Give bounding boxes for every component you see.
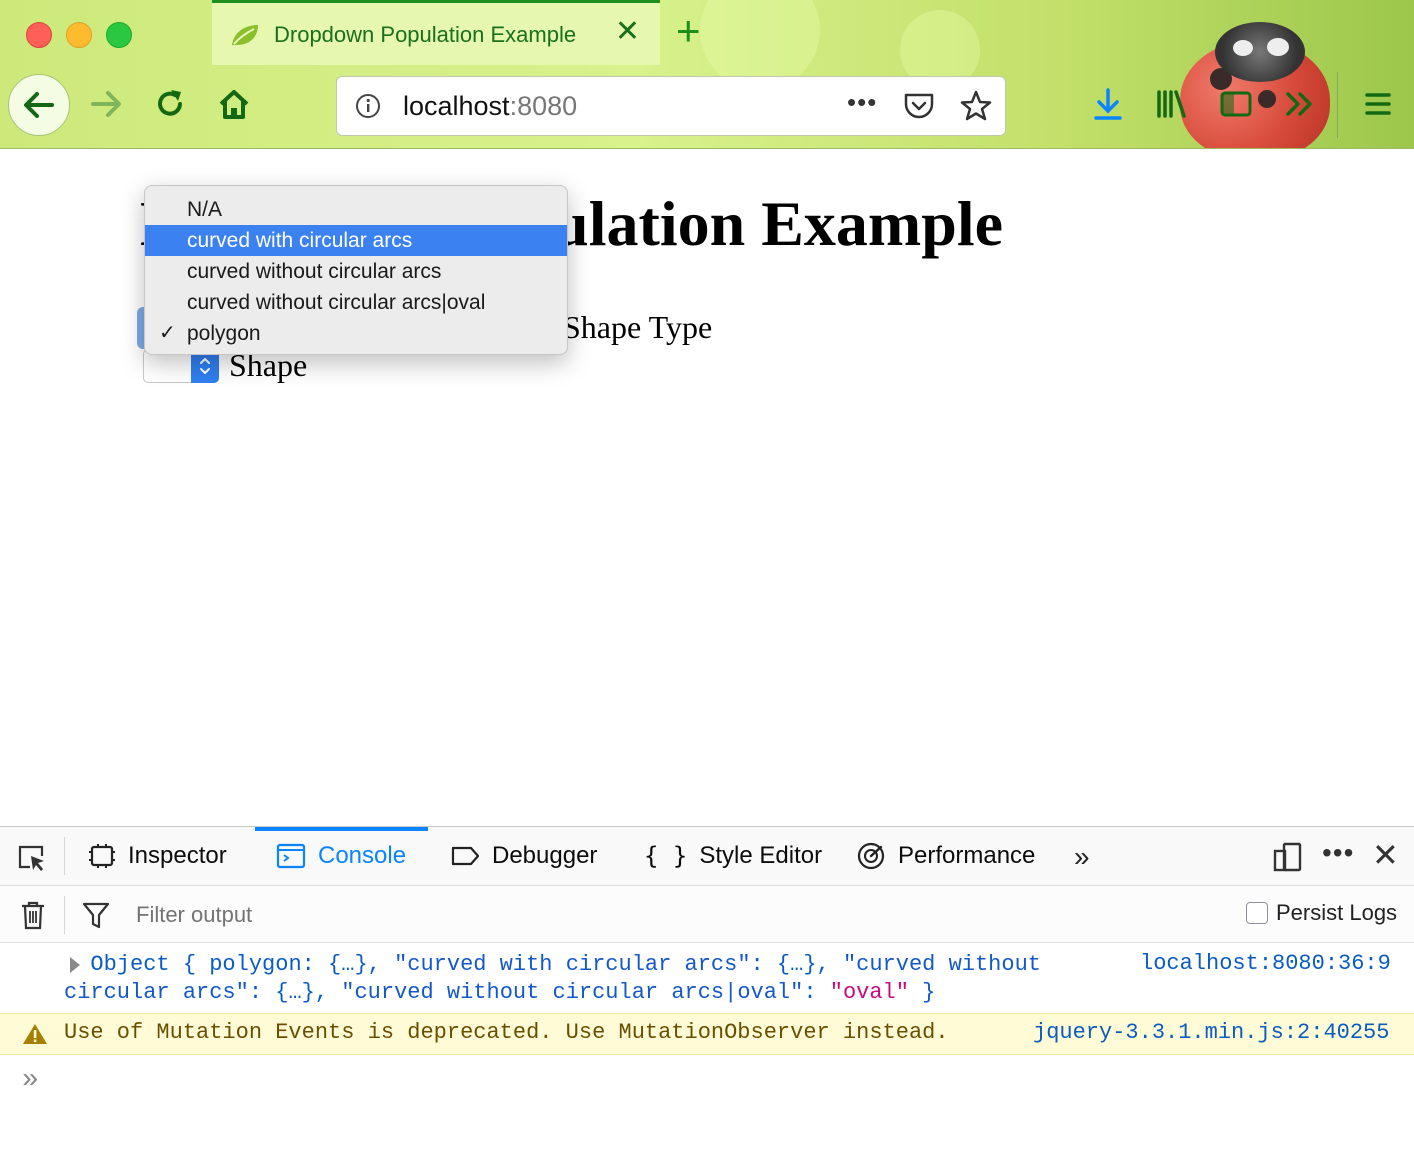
new-tab-button[interactable]: + — [676, 10, 701, 52]
home-button[interactable] — [214, 84, 254, 124]
url-text[interactable]: localhost:8080 — [403, 91, 577, 122]
library-button[interactable] — [1154, 86, 1190, 122]
style-editor-icon: { } — [644, 842, 688, 870]
dropdown-option[interactable]: ✓ polygon — [145, 318, 567, 349]
reload-icon — [158, 90, 182, 116]
persist-logs-checkbox[interactable] — [1246, 902, 1268, 924]
warning-source-link[interactable]: jquery-3.3.1.min.js:2:40255 — [1033, 1020, 1389, 1045]
dropdown-option[interactable]: curved with circular arcs — [145, 225, 567, 256]
filter-output-input[interactable] — [134, 896, 838, 934]
dropdown-option-label: polygon — [187, 322, 261, 345]
dropdown-option-label: curved without circular arcs|oval — [187, 291, 486, 314]
window-minimize-button[interactable] — [66, 22, 92, 48]
sidebar-button[interactable] — [1218, 86, 1254, 122]
filter-funnel-icon[interactable] — [82, 900, 110, 930]
more-tabs-chevron-icon[interactable]: » — [1074, 841, 1090, 873]
inspector-icon — [89, 844, 115, 868]
navigation-toolbar: localhost:8080 ••• — [0, 66, 1414, 148]
url-port: :8080 — [509, 91, 578, 121]
arrow-right-icon — [91, 91, 121, 117]
console-log-message: Object { polygon: {…}, "curved with circ… — [0, 949, 1414, 1014]
log-source-link[interactable]: localhost:8080:36:9 — [1140, 951, 1391, 976]
debugger-icon — [451, 846, 480, 866]
toolbar-separator — [64, 896, 65, 934]
active-tab-indicator — [255, 827, 428, 831]
devtools-close-icon[interactable]: ✕ — [1372, 837, 1399, 873]
devtools-panel: Inspector Console Debugger { } Style Edi… — [0, 826, 1414, 1153]
toolbar-separator — [1337, 72, 1338, 138]
arrow-left-icon — [24, 92, 54, 118]
tab-close-icon[interactable]: ✕ — [615, 17, 640, 47]
dropdown-option-label: curved with circular arcs — [187, 229, 413, 252]
checkmark-icon: ✓ — [159, 322, 176, 344]
window-maximize-button[interactable] — [106, 22, 132, 48]
window-close-button[interactable] — [26, 22, 52, 48]
url-host: localhost — [403, 91, 510, 121]
shape-type-label: Shape Type — [563, 309, 713, 345]
tab-performance[interactable]: Performance — [856, 827, 1035, 885]
dropdown-option[interactable]: curved without circular arcs|oval — [145, 287, 567, 318]
page-content: Dropdown Population Example Shape Type S… — [0, 149, 1414, 826]
devtools-more-icon[interactable]: ••• — [1322, 837, 1354, 869]
console-icon — [276, 843, 306, 869]
tab-inspector[interactable]: Inspector — [88, 827, 227, 885]
devtools-toolbar: Inspector Console Debugger { } Style Edi… — [0, 827, 1414, 886]
console-filter-bar: Persist Logs — [0, 886, 1414, 943]
sidebar-icon — [1220, 91, 1252, 117]
info-icon[interactable] — [355, 93, 381, 119]
bookmark-star-icon[interactable] — [959, 89, 993, 123]
persist-logs-label: Persist Logs — [1276, 900, 1398, 925]
warning-triangle-icon — [23, 1024, 47, 1044]
toolbar-overflow-button[interactable] — [1282, 86, 1318, 122]
tab-label: Performance — [898, 842, 1036, 869]
shape-type-dropdown-menu[interactable]: N/A curved with circular arcs curved witho… — [144, 185, 568, 355]
console-output: Object { polygon: {…}, "curved with circ… — [0, 943, 1414, 1153]
performance-icon — [857, 842, 885, 870]
trash-icon[interactable] — [20, 900, 46, 930]
dropdown-option-label: curved without circular arcs — [187, 260, 442, 283]
dropdown-option[interactable]: curved without circular arcs — [145, 256, 567, 287]
address-bar[interactable]: localhost:8080 ••• — [336, 76, 1006, 136]
download-arrow-icon — [1094, 88, 1122, 120]
console-input-prompt[interactable]: » — [22, 1065, 39, 1096]
tab-label: Debugger — [492, 842, 598, 869]
downloads-button[interactable] — [1090, 86, 1126, 122]
tab-debugger[interactable]: Debugger — [450, 827, 597, 885]
dropdown-option-label: N/A — [187, 198, 223, 221]
browser-tab[interactable]: Dropdown Population Example ✕ — [212, 0, 660, 65]
tab-label: Console — [318, 842, 407, 869]
dropdown-option[interactable]: N/A — [145, 194, 567, 225]
tab-style-editor[interactable]: { } Style Editor — [644, 827, 822, 885]
back-button[interactable] — [8, 74, 70, 136]
toolbar-separator — [64, 837, 65, 875]
browser-chrome: Dropdown Population Example ✕ + localhos… — [0, 0, 1414, 149]
element-picker-icon[interactable] — [16, 843, 48, 873]
tab-label: Inspector — [128, 842, 227, 869]
tab-label: Style Editor — [699, 842, 823, 869]
console-warning-message: Use of Mutation Events is deprecated. Us… — [0, 1013, 1414, 1055]
chevrons-right-icon — [1286, 92, 1312, 116]
tab-title: Dropdown Population Example — [274, 22, 577, 47]
page-actions-more-icon[interactable]: ••• — [847, 87, 877, 118]
hamburger-menu-icon — [1365, 93, 1391, 115]
warning-text: Use of Mutation Events is deprecated. Us… — [64, 1020, 949, 1045]
library-icon — [1157, 90, 1186, 118]
forward-button[interactable] — [86, 84, 126, 124]
home-icon — [219, 90, 249, 119]
menu-button[interactable] — [1360, 86, 1396, 122]
tab-console[interactable]: Console — [276, 827, 406, 885]
pocket-icon[interactable] — [903, 91, 935, 121]
log-object-text[interactable]: Object { polygon: {…}, "curved with circ… — [64, 951, 1124, 1007]
reload-button[interactable] — [150, 84, 190, 124]
dock-side-icon[interactable] — [1272, 841, 1304, 873]
spring-leaf-icon — [232, 25, 258, 45]
